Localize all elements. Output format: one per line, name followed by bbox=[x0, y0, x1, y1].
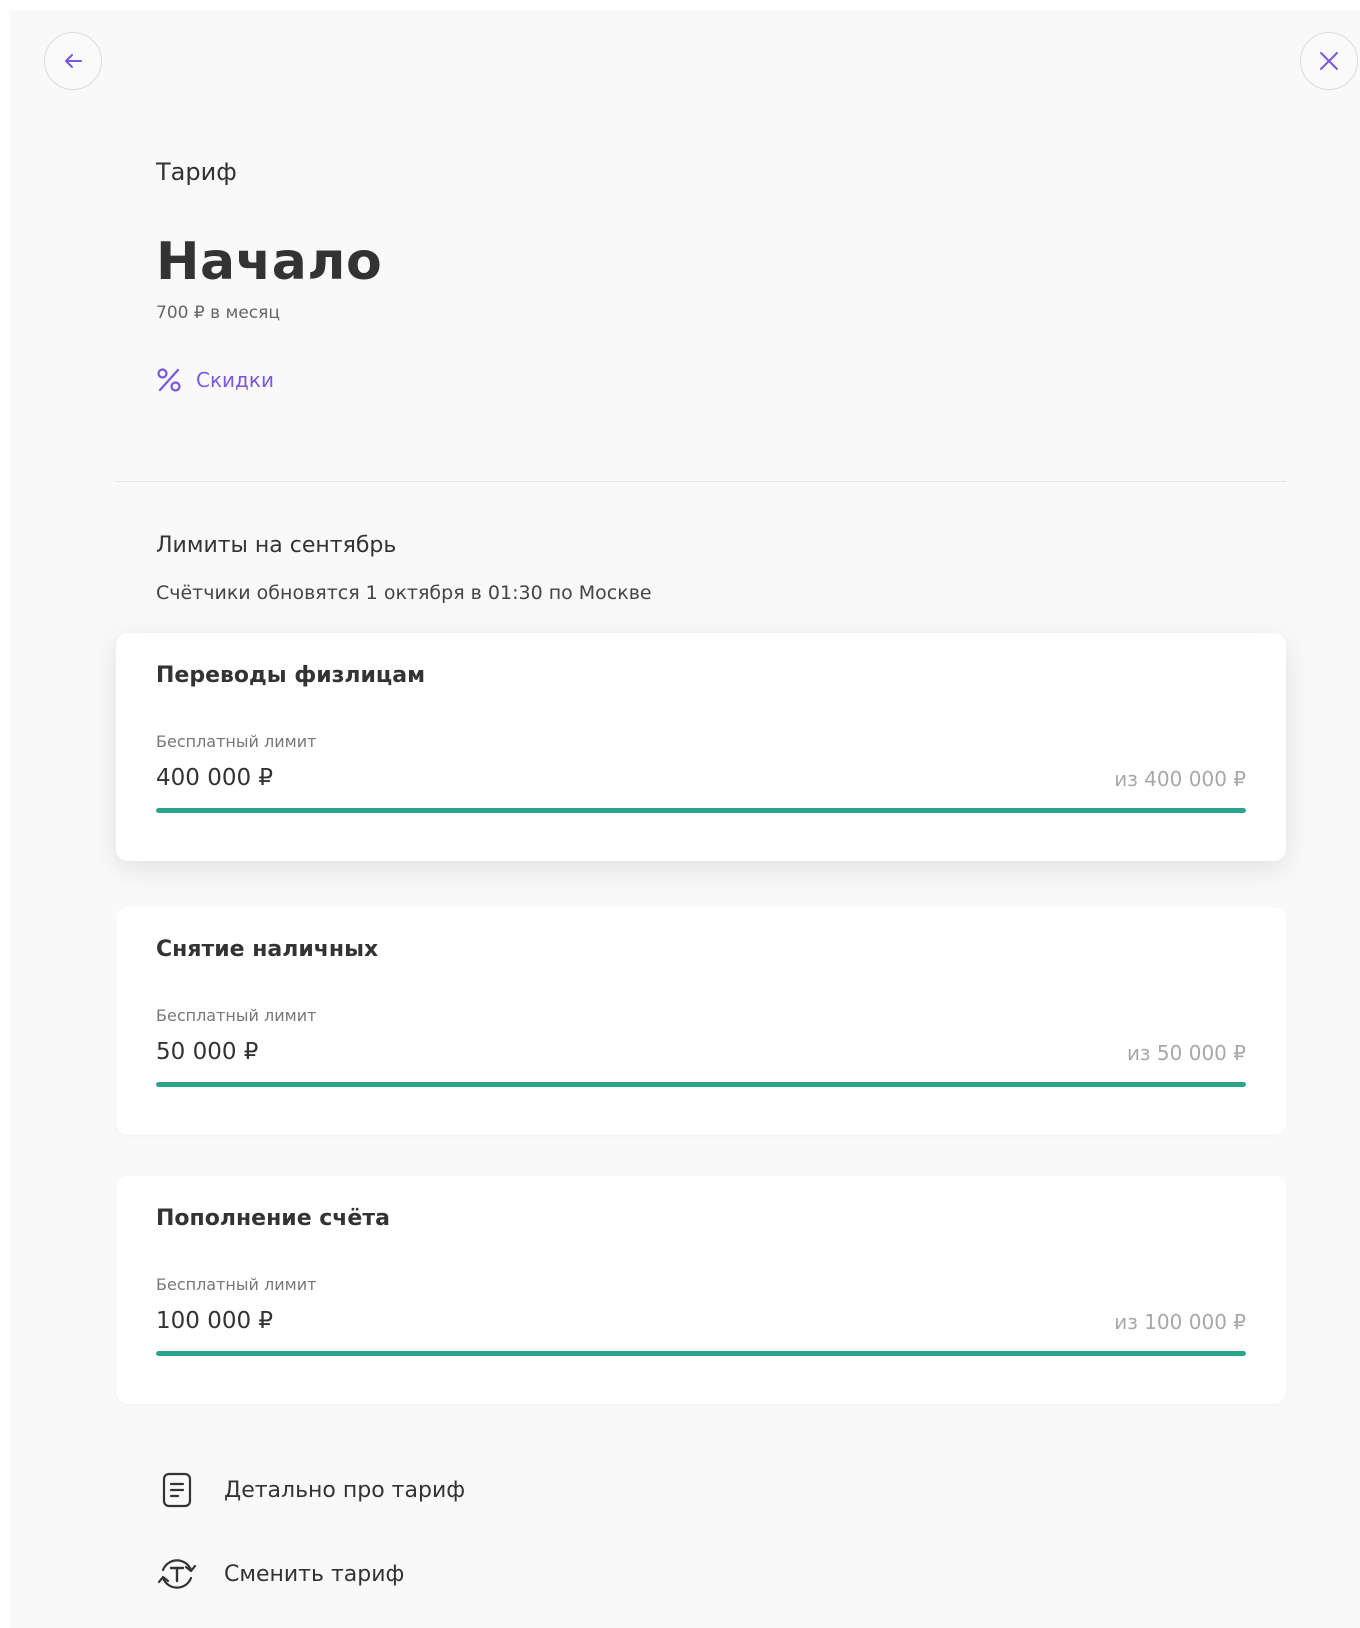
divider bbox=[116, 481, 1286, 482]
limit-card-total: из 50 000 ₽ bbox=[1126, 1041, 1246, 1065]
discounts-link[interactable]: Скидки bbox=[156, 367, 274, 393]
tariff-name: Начало bbox=[156, 232, 383, 292]
limits-subtitle: Счётчики обновятся 1 октября в 01:30 по … bbox=[156, 582, 652, 604]
change-tariff-icon bbox=[156, 1553, 198, 1595]
limit-progress-fill bbox=[156, 1082, 1246, 1087]
discounts-label: Скидки bbox=[196, 368, 274, 392]
limit-progress-bar bbox=[156, 808, 1246, 813]
limit-card-amount: 100 000 ₽ bbox=[156, 1308, 274, 1334]
arrow-left-icon bbox=[65, 54, 82, 68]
limit-progress-fill bbox=[156, 808, 1246, 813]
percent-icon bbox=[157, 368, 181, 392]
limit-card-sublabel: Бесплатный лимит bbox=[156, 1275, 317, 1294]
limit-card-account-topup[interactable]: Пополнение счёта Бесплатный лимит 100 00… bbox=[116, 1176, 1286, 1404]
limit-card-title: Переводы физлицам bbox=[156, 663, 426, 688]
change-tariff-label: Сменить тариф bbox=[224, 1561, 405, 1587]
limit-card-sublabel: Бесплатный лимит bbox=[156, 1006, 317, 1025]
limit-progress-bar bbox=[156, 1351, 1246, 1356]
limits-title: Лимиты на сентябрь bbox=[156, 533, 397, 558]
limit-card-total: из 400 000 ₽ bbox=[1114, 767, 1246, 791]
tariff-details-link[interactable]: Детально про тариф bbox=[156, 1469, 465, 1511]
limit-progress-fill bbox=[156, 1351, 1246, 1356]
limit-card-title: Пополнение счёта bbox=[156, 1206, 390, 1231]
limit-card-sublabel: Бесплатный лимит bbox=[156, 732, 317, 751]
limit-progress-bar bbox=[156, 1082, 1246, 1087]
tariff-price: 700 ₽ в месяц bbox=[156, 303, 280, 323]
change-tariff-link[interactable]: Сменить тариф bbox=[156, 1553, 404, 1595]
limit-card-cash-withdrawal[interactable]: Снятие наличных Бесплатный лимит 50 000 … bbox=[116, 907, 1286, 1135]
document-icon bbox=[156, 1469, 198, 1511]
tariff-label: Тариф bbox=[156, 158, 237, 186]
close-button[interactable] bbox=[1300, 32, 1358, 90]
tariff-page: Тариф Начало 700 ₽ в месяц Скидки Лимиты… bbox=[10, 10, 1360, 1628]
limit-card-amount: 50 000 ₽ bbox=[156, 1039, 259, 1065]
close-icon bbox=[1320, 52, 1338, 70]
tariff-details-label: Детально про тариф bbox=[224, 1477, 466, 1503]
limit-card-transfers[interactable]: Переводы физлицам Бесплатный лимит 400 0… bbox=[116, 633, 1286, 861]
back-button[interactable] bbox=[44, 32, 102, 90]
limit-card-title: Снятие наличных bbox=[156, 937, 379, 962]
limit-card-total: из 100 000 ₽ bbox=[1114, 1310, 1246, 1334]
limit-card-amount: 400 000 ₽ bbox=[156, 765, 274, 791]
